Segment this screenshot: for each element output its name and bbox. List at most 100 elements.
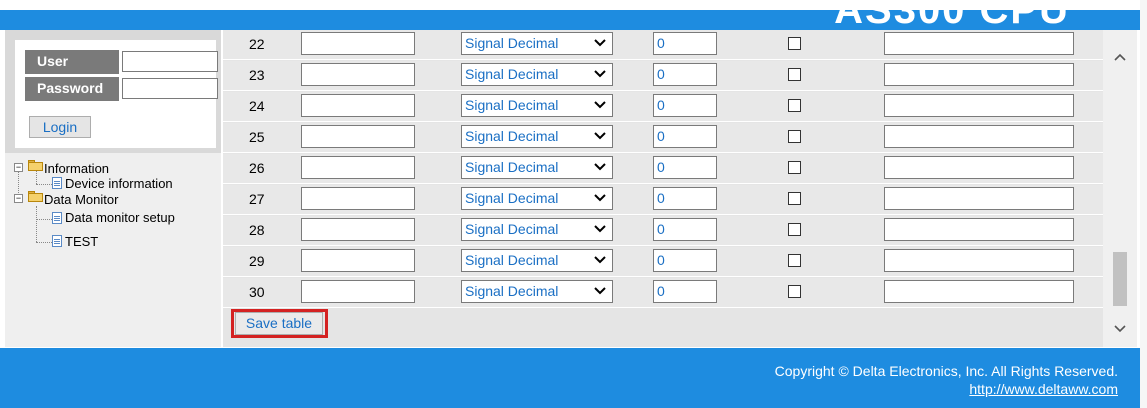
format-select[interactable]: Signal Decimal	[461, 187, 613, 210]
save-table-button[interactable]: Save table	[235, 312, 323, 335]
scroll-down-button[interactable]	[1103, 312, 1137, 347]
name-input[interactable]	[301, 187, 415, 210]
row-checkbox[interactable]	[788, 223, 801, 236]
value-input[interactable]: 0	[653, 94, 717, 117]
row-checkbox[interactable]	[788, 161, 801, 174]
name-input[interactable]	[301, 63, 415, 86]
footer-copyright: Copyright © Delta Electronics, Inc. All …	[774, 363, 1118, 379]
page-icon	[52, 212, 62, 224]
row-checkbox[interactable]	[788, 68, 801, 81]
comment-input[interactable]	[884, 32, 1074, 55]
login-button[interactable]: Login	[29, 116, 91, 138]
name-input[interactable]	[301, 156, 415, 179]
row-checkbox[interactable]	[788, 37, 801, 50]
table-row: 30 Signal Decimal 0	[223, 278, 1103, 308]
name-input[interactable]	[301, 280, 415, 303]
comment-input[interactable]	[884, 187, 1074, 210]
table-row: 24 Signal Decimal 0	[223, 92, 1103, 122]
dropdown-arrow-icon	[594, 225, 606, 233]
row-number: 25	[249, 129, 265, 145]
tree-item-information[interactable]: Information	[44, 162, 109, 176]
content-scrollbar[interactable]	[1103, 30, 1137, 347]
name-input[interactable]	[301, 249, 415, 272]
value-input[interactable]: 0	[653, 249, 717, 272]
scroll-up-button[interactable]	[1103, 30, 1137, 85]
format-select[interactable]: Signal Decimal	[461, 280, 613, 303]
format-select-value: Signal Decimal	[465, 97, 559, 113]
row-checkbox[interactable]	[788, 99, 801, 112]
table-row: 23 Signal Decimal 0	[223, 61, 1103, 91]
name-input[interactable]	[301, 32, 415, 55]
comment-input[interactable]	[884, 280, 1074, 303]
user-label: User	[25, 50, 119, 74]
format-select-value: Signal Decimal	[465, 252, 559, 268]
dropdown-arrow-icon	[594, 132, 606, 140]
value-input[interactable]: 0	[653, 156, 717, 179]
row-checkbox[interactable]	[788, 285, 801, 298]
format-select[interactable]: Signal Decimal	[461, 218, 613, 241]
row-number: 22	[249, 36, 265, 52]
value-input[interactable]: 0	[653, 218, 717, 241]
folder-icon	[28, 191, 43, 202]
format-select-value: Signal Decimal	[465, 283, 559, 299]
format-select[interactable]: Signal Decimal	[461, 94, 613, 117]
page-icon	[52, 235, 62, 247]
name-input[interactable]	[301, 94, 415, 117]
table-row: 25 Signal Decimal 0	[223, 123, 1103, 153]
scroll-thumb[interactable]	[1113, 252, 1127, 306]
collapse-icon[interactable]: −	[14, 163, 23, 172]
password-input[interactable]	[122, 78, 218, 99]
chevron-down-icon	[1114, 325, 1126, 333]
format-select[interactable]: Signal Decimal	[461, 156, 613, 179]
value-input[interactable]: 0	[653, 187, 717, 210]
comment-input[interactable]	[884, 63, 1074, 86]
row-checkbox[interactable]	[788, 130, 801, 143]
value-input[interactable]: 0	[653, 125, 717, 148]
name-input[interactable]	[301, 218, 415, 241]
save-area: Save table	[223, 309, 1103, 347]
tree-connector	[36, 184, 52, 185]
tree-item-device-information[interactable]: Device information	[65, 177, 173, 191]
tree-item-data-monitor[interactable]: Data Monitor	[44, 193, 118, 207]
user-input[interactable]	[122, 51, 218, 72]
format-select[interactable]: Signal Decimal	[461, 249, 613, 272]
tree-connector	[36, 170, 37, 184]
collapse-icon[interactable]: −	[14, 194, 23, 203]
row-number: 24	[249, 98, 265, 114]
format-select-value: Signal Decimal	[465, 221, 559, 237]
format-select-value: Signal Decimal	[465, 35, 559, 51]
value-input[interactable]: 0	[653, 63, 717, 86]
table-row: 26 Signal Decimal 0	[223, 154, 1103, 184]
comment-input[interactable]	[884, 249, 1074, 272]
row-checkbox[interactable]	[788, 254, 801, 267]
comment-input[interactable]	[884, 218, 1074, 241]
row-number: 23	[249, 67, 265, 83]
table-row: 28 Signal Decimal 0	[223, 216, 1103, 246]
page-scrollbar[interactable]	[1140, 0, 1147, 408]
format-select[interactable]: Signal Decimal	[461, 125, 613, 148]
navigation-tree: − Information Device information − Data …	[5, 153, 221, 347]
format-select[interactable]: Signal Decimal	[461, 63, 613, 86]
table-row: 22 Signal Decimal 0	[223, 30, 1103, 60]
value-input[interactable]: 0	[653, 280, 717, 303]
dropdown-arrow-icon	[594, 70, 606, 78]
tree-item-data-monitor-setup[interactable]: Data monitor setup	[65, 211, 175, 225]
row-number: 30	[249, 284, 265, 300]
table-area: 22 Signal Decimal 0 23 Signal Decimal 0 24 Sign…	[223, 30, 1103, 347]
comment-input[interactable]	[884, 156, 1074, 179]
footer: Copyright © Delta Electronics, Inc. All …	[0, 348, 1140, 408]
comment-input[interactable]	[884, 125, 1074, 148]
comment-input[interactable]	[884, 94, 1074, 117]
dropdown-arrow-icon	[594, 256, 606, 264]
tree-item-test[interactable]: TEST	[65, 235, 98, 249]
table-row: 29 Signal Decimal 0	[223, 247, 1103, 277]
row-checkbox[interactable]	[788, 192, 801, 205]
value-input[interactable]: 0	[653, 32, 717, 55]
dropdown-arrow-icon	[594, 101, 606, 109]
table-row: 27 Signal Decimal 0	[223, 185, 1103, 215]
name-input[interactable]	[301, 125, 415, 148]
header-bar: AS300 CPU	[0, 10, 1140, 30]
header-brand: AS300 CPU	[834, 10, 1070, 30]
format-select[interactable]: Signal Decimal	[461, 32, 613, 55]
footer-link[interactable]: http://www.deltaww.com	[969, 381, 1118, 397]
